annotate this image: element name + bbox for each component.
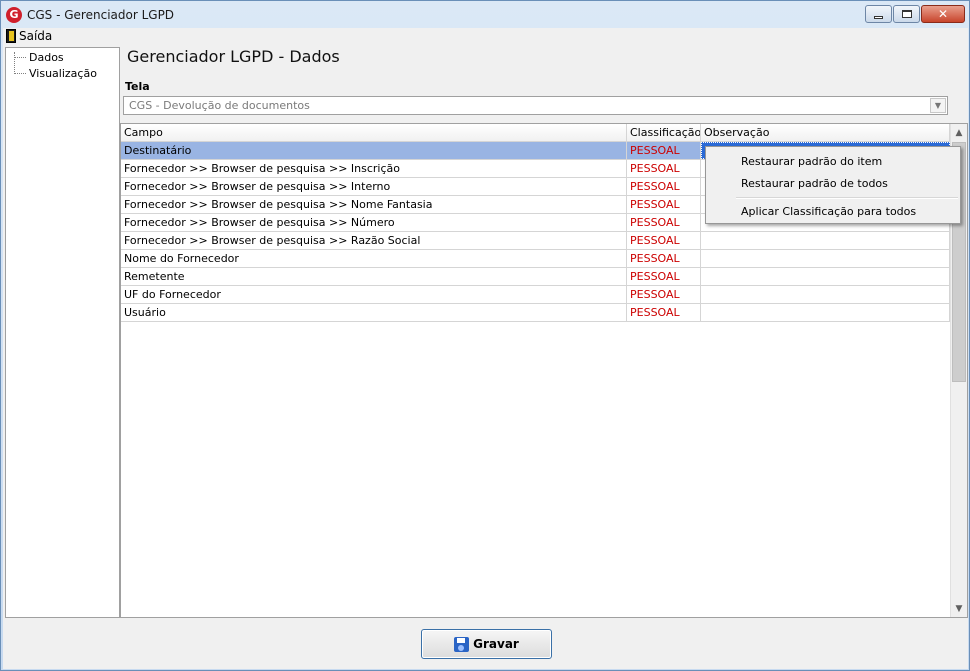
cell-campo[interactable]: Nome do Fornecedor <box>121 250 627 267</box>
cell-observacao[interactable] <box>701 286 950 303</box>
menu-item-exit[interactable]: Saída <box>6 29 52 43</box>
context-menu-restore-item[interactable]: Restaurar padrão do item <box>741 155 882 168</box>
cell-campo[interactable]: Fornecedor >> Browser de pesquisa >> Ins… <box>121 160 627 177</box>
floppy-disk-icon <box>454 636 470 652</box>
chevron-down-icon[interactable]: ▼ <box>930 98 946 113</box>
minimize-icon <box>874 15 883 19</box>
menu-item-exit-label: Saída <box>19 29 53 43</box>
cell-classificacao[interactable]: PESSOAL <box>627 178 701 195</box>
cell-campo[interactable]: Remetente <box>121 268 627 285</box>
cell-campo[interactable]: Usuário <box>121 304 627 321</box>
cell-campo[interactable]: UF do Fornecedor <box>121 286 627 303</box>
client-area: Saída Dados Visualização Gerenciador LGP… <box>3 28 968 669</box>
table-row[interactable]: Usuário PESSOAL <box>121 304 950 322</box>
column-header-campo[interactable]: Campo <box>121 124 627 142</box>
context-menu: Restaurar padrão do item Restaurar padrã… <box>705 146 961 224</box>
cell-classificacao[interactable]: PESSOAL <box>627 268 701 285</box>
cell-observacao[interactable] <box>701 232 950 249</box>
tela-selected-value: CGS - Devolução de documentos <box>129 99 310 112</box>
tree-branch-line <box>14 57 26 58</box>
context-menu-restore-all[interactable]: Restaurar padrão de todos <box>741 177 888 190</box>
save-button[interactable]: Gravar <box>421 629 552 659</box>
maximize-icon <box>901 10 912 18</box>
page-title: Gerenciador LGPD - Dados <box>127 47 340 66</box>
cell-classificacao[interactable]: PESSOAL <box>627 142 701 159</box>
cell-classificacao[interactable]: PESSOAL <box>627 160 701 177</box>
save-button-label: Gravar <box>473 637 519 651</box>
navigation-tree: Dados Visualização <box>5 47 120 618</box>
cell-classificacao[interactable]: PESSOAL <box>627 250 701 267</box>
column-header-observacao[interactable]: Observação <box>701 124 950 142</box>
title-bar: G CGS - Gerenciador LGPD ✕ <box>1 1 969 29</box>
window-title: CGS - Gerenciador LGPD <box>27 8 175 22</box>
cell-classificacao[interactable]: PESSOAL <box>627 232 701 249</box>
tree-item-label: Visualização <box>29 67 97 80</box>
cell-observacao[interactable] <box>701 268 950 285</box>
cell-campo[interactable]: Fornecedor >> Browser de pesquisa >> Nom… <box>121 196 627 213</box>
maximize-button[interactable] <box>893 5 920 23</box>
context-menu-apply-all[interactable]: Aplicar Classificação para todos <box>741 205 916 218</box>
grid-header: Campo Classificação Observação <box>121 124 950 142</box>
window-controls: ✕ <box>865 5 965 23</box>
scroll-up-icon[interactable]: ▲ <box>951 124 967 141</box>
menu-bar: Saída <box>3 28 968 46</box>
cell-observacao[interactable] <box>701 304 950 321</box>
cell-campo[interactable]: Destinatário <box>121 142 627 159</box>
table-row[interactable]: Fornecedor >> Browser de pesquisa >> Raz… <box>121 232 950 250</box>
table-row[interactable]: UF do Fornecedor PESSOAL <box>121 286 950 304</box>
exit-door-icon <box>6 29 16 43</box>
cell-classificacao[interactable]: PESSOAL <box>627 196 701 213</box>
tree-item-dados[interactable]: Dados <box>14 50 64 65</box>
app-window: G CGS - Gerenciador LGPD ✕ Saída Dados V… <box>0 0 970 671</box>
cell-campo[interactable]: Fornecedor >> Browser de pesquisa >> Núm… <box>121 214 627 231</box>
tree-item-label: Dados <box>29 51 64 64</box>
tree-branch-line <box>14 73 26 74</box>
tree-item-visualizacao[interactable]: Visualização <box>14 66 97 81</box>
cell-classificacao[interactable]: PESSOAL <box>627 304 701 321</box>
close-button[interactable]: ✕ <box>921 5 965 23</box>
cell-classificacao[interactable]: PESSOAL <box>627 286 701 303</box>
context-menu-separator <box>736 197 958 199</box>
app-logo-icon: G <box>6 7 22 23</box>
column-header-classificacao[interactable]: Classificação <box>627 124 701 142</box>
cell-observacao[interactable] <box>701 250 950 267</box>
table-row[interactable]: Remetente PESSOAL <box>121 268 950 286</box>
tela-dropdown[interactable]: CGS - Devolução de documentos ▼ <box>123 96 948 115</box>
scroll-down-icon[interactable]: ▼ <box>951 600 967 617</box>
tela-label: Tela <box>125 80 150 93</box>
close-icon: ✕ <box>937 7 949 21</box>
cell-campo[interactable]: Fornecedor >> Browser de pesquisa >> Raz… <box>121 232 627 249</box>
minimize-button[interactable] <box>865 5 892 23</box>
table-row[interactable]: Nome do Fornecedor PESSOAL <box>121 250 950 268</box>
cell-campo[interactable]: Fornecedor >> Browser de pesquisa >> Int… <box>121 178 627 195</box>
cell-classificacao[interactable]: PESSOAL <box>627 214 701 231</box>
